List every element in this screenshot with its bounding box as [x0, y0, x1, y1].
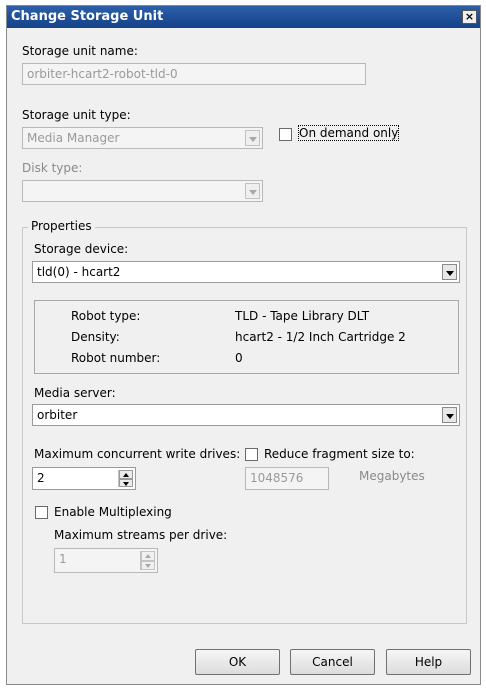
media-server-label: Media server: [34, 386, 116, 400]
title-bar: Change Storage Unit × [7, 6, 480, 28]
density-label: Density: [71, 330, 120, 344]
enable-multiplexing-label[interactable]: Enable Multiplexing [54, 505, 172, 519]
properties-legend: Properties [28, 219, 95, 233]
storage-unit-type-label: Storage unit type: [22, 108, 131, 122]
max-write-drives-value: 2 [37, 471, 45, 485]
spinner [140, 551, 155, 570]
storage-device-select[interactable]: tld(0) - hcart2 [32, 261, 460, 283]
max-streams-value: 1 [59, 552, 67, 566]
max-write-drives-stepper[interactable]: 2 [32, 467, 136, 490]
dialog-title: Change Storage Unit [11, 9, 164, 24]
help-button[interactable]: Help [386, 649, 471, 675]
robot-number-label: Robot number: [71, 351, 161, 365]
max-write-drives-label: Maximum concurrent write drives: [34, 447, 241, 461]
storage-device-label: Storage device: [34, 242, 129, 256]
spin-down-icon[interactable] [119, 478, 133, 487]
chevron-down-icon[interactable] [442, 407, 457, 423]
storage-unit-type-value: Media Manager [27, 131, 120, 145]
ok-button[interactable]: OK [195, 649, 280, 675]
max-streams-label: Maximum streams per drive: [54, 528, 228, 542]
storage-device-value: tld(0) - hcart2 [37, 265, 121, 279]
disk-type-select [22, 180, 263, 202]
max-streams-stepper: 1 [54, 548, 158, 573]
chevron-down-icon [245, 183, 260, 199]
change-storage-unit-dialog: Change Storage Unit × Storage unit name:… [6, 5, 481, 685]
robot-number-value: 0 [235, 351, 243, 365]
spin-up-icon[interactable] [119, 470, 133, 479]
reduce-fragment-label[interactable]: Reduce fragment size to: [264, 447, 415, 461]
storage-unit-type-select: Media Manager [22, 127, 263, 149]
reduce-fragment-checkbox[interactable] [245, 448, 258, 461]
density-value: hcart2 - 1/2 Inch Cartridge 2 [235, 330, 406, 344]
storage-unit-name-field: orbiter-hcart2-robot-tld-0 [22, 63, 366, 85]
close-button[interactable]: × [462, 10, 477, 24]
spin-down-icon [141, 560, 155, 570]
fragment-size-field: 1048576 [245, 467, 329, 490]
chevron-down-icon[interactable] [442, 264, 457, 280]
disk-type-label: Disk type: [22, 161, 83, 175]
enable-multiplexing-checkbox[interactable] [35, 506, 48, 519]
spinner[interactable] [118, 470, 133, 487]
fragment-unit-label: Megabytes [359, 469, 425, 483]
spin-up-icon [141, 551, 155, 561]
cancel-button[interactable]: Cancel [290, 649, 375, 675]
on-demand-only-label[interactable]: On demand only [297, 125, 400, 141]
storage-unit-name-label: Storage unit name: [22, 44, 138, 58]
on-demand-only-checkbox[interactable] [279, 128, 292, 141]
media-server-value: orbiter [37, 408, 78, 422]
robot-type-label: Robot type: [71, 309, 141, 323]
media-server-select[interactable]: orbiter [32, 404, 460, 426]
robot-type-value: TLD - Tape Library DLT [235, 309, 370, 323]
chevron-down-icon [245, 130, 260, 146]
